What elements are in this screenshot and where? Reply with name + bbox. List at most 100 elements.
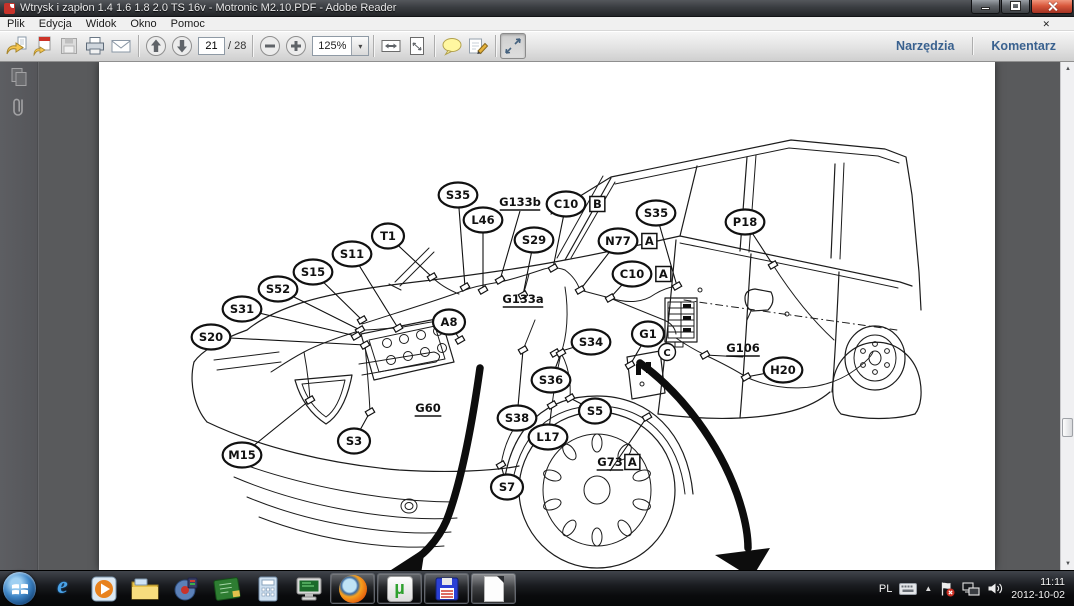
taskbar-document[interactable] bbox=[471, 573, 516, 604]
taskbar-firefox[interactable] bbox=[330, 573, 375, 604]
diagram-label-c10: C10A bbox=[613, 262, 671, 287]
svg-text:P18: P18 bbox=[733, 215, 757, 229]
taskbar-media-player[interactable] bbox=[83, 572, 124, 606]
scroll-up-arrow[interactable]: ▲ bbox=[1061, 62, 1074, 75]
svg-text:A: A bbox=[628, 455, 637, 469]
menu-widok[interactable]: Widok bbox=[79, 17, 124, 31]
attachments-icon bbox=[8, 95, 30, 119]
svg-text:S5: S5 bbox=[587, 404, 603, 418]
fit-page-button[interactable] bbox=[404, 33, 430, 59]
next-page-button[interactable] bbox=[169, 33, 195, 59]
svg-text:G60: G60 bbox=[415, 401, 440, 415]
keyboard-icon[interactable] bbox=[899, 583, 917, 595]
menu-okno[interactable]: Okno bbox=[123, 17, 163, 31]
zoom-out-button[interactable] bbox=[257, 33, 283, 59]
diagram-label-l46: L46 bbox=[464, 208, 503, 233]
floppy-icon bbox=[434, 576, 460, 602]
annotation-arrow-left bbox=[391, 368, 480, 570]
open-button[interactable] bbox=[4, 33, 30, 59]
email-button[interactable] bbox=[108, 33, 134, 59]
taskbar-hardware-tool[interactable] bbox=[206, 572, 247, 606]
close-button[interactable] bbox=[1031, 0, 1073, 14]
taskbar-ie[interactable]: e bbox=[42, 572, 83, 606]
desktop: Wtrysk i zapłon 1.4 1.6 1.8 2.0 TS 16v -… bbox=[0, 0, 1074, 606]
expand-button[interactable] bbox=[500, 33, 526, 59]
comment-panel-button[interactable]: Komentarz bbox=[977, 39, 1070, 53]
wiring-diagram: S35L46G133bC10BS35P18T1S29N77AS11C10AS15… bbox=[99, 62, 995, 570]
attachments-button[interactable] bbox=[0, 92, 38, 122]
diagram-label-g133b: G133b bbox=[499, 195, 541, 210]
fit-width-button[interactable] bbox=[378, 33, 404, 59]
menu-plik[interactable]: Plik bbox=[0, 17, 32, 31]
maximize-button[interactable] bbox=[1001, 0, 1030, 14]
menubar-close-icon[interactable]: ✕ bbox=[1042, 19, 1050, 29]
print-button[interactable] bbox=[82, 33, 108, 59]
taskbar-explorer[interactable] bbox=[124, 572, 165, 606]
speaker-icon[interactable] bbox=[987, 581, 1004, 596]
diagram-label-m15: M15 bbox=[223, 443, 262, 468]
menu-pomoc[interactable]: Pomoc bbox=[164, 17, 212, 31]
svg-text:N77: N77 bbox=[605, 234, 631, 248]
start-orb bbox=[11, 581, 29, 597]
diagram-label-g133a: G133a bbox=[502, 292, 543, 307]
minimize-button[interactable] bbox=[971, 0, 1000, 14]
svg-text:G133a: G133a bbox=[502, 292, 543, 306]
window-title: Wtrysk i zapłon 1.4 1.6 1.8 2.0 TS 16v -… bbox=[20, 2, 396, 14]
zoom-in-button[interactable] bbox=[283, 33, 309, 59]
svg-text:G1: G1 bbox=[639, 327, 656, 341]
network-icon[interactable] bbox=[962, 581, 980, 596]
diagram-label-s7: S7 bbox=[491, 475, 523, 500]
previous-page-button[interactable] bbox=[143, 33, 169, 59]
page-thumbnails-button[interactable] bbox=[0, 62, 38, 92]
media-player-icon bbox=[172, 575, 200, 603]
svg-text:S29: S29 bbox=[522, 233, 546, 247]
diagram-label-l17: L17 bbox=[529, 425, 568, 450]
open-icon bbox=[5, 35, 29, 57]
diagram-label-s20: S20 bbox=[192, 325, 231, 350]
toolbar: / 28 125% ▾ bbox=[0, 31, 1074, 62]
action-center-flag-icon[interactable] bbox=[939, 581, 955, 597]
tray-expand-icon[interactable]: ▲ bbox=[924, 584, 932, 593]
save-button[interactable] bbox=[56, 33, 82, 59]
svg-text:B: B bbox=[593, 197, 602, 211]
taskbar: e bbox=[0, 570, 1074, 606]
menu-edycja[interactable]: Edycja bbox=[32, 17, 79, 31]
svg-text:L46: L46 bbox=[471, 213, 494, 227]
svg-text:A: A bbox=[645, 234, 654, 248]
taskbar-dvd-player[interactable] bbox=[165, 572, 206, 606]
page-thumbnails-icon bbox=[8, 66, 30, 88]
diagram-label-c10: C10B bbox=[547, 192, 605, 217]
scrollbar-thumb[interactable] bbox=[1062, 418, 1073, 437]
page-number-input[interactable] bbox=[198, 37, 225, 55]
comment-bubble-icon bbox=[440, 35, 464, 57]
vertical-scrollbar[interactable]: ▲ ▼ bbox=[1060, 62, 1074, 570]
pdf-page: S35L46G133bC10BS35P18T1S29N77AS11C10AS15… bbox=[99, 62, 995, 570]
document-icon bbox=[484, 576, 504, 602]
svg-text:S20: S20 bbox=[199, 330, 223, 344]
sign-button[interactable] bbox=[465, 33, 491, 59]
svg-text:G133b: G133b bbox=[499, 195, 541, 209]
navigation-pane-strip bbox=[0, 62, 38, 570]
taskbar-remote-desktop[interactable] bbox=[288, 572, 329, 606]
adobe-reader-icon bbox=[4, 3, 15, 14]
start-button[interactable] bbox=[3, 572, 36, 605]
taskbar-utorrent[interactable]: µ bbox=[377, 573, 422, 604]
comment-button[interactable] bbox=[439, 33, 465, 59]
svg-text:S35: S35 bbox=[446, 188, 470, 202]
taskbar-calculator[interactable] bbox=[247, 572, 288, 606]
zoom-out-icon bbox=[258, 34, 282, 58]
zoom-level-box[interactable]: 125% ▾ bbox=[312, 36, 369, 56]
firefox-icon bbox=[339, 575, 367, 603]
scroll-down-arrow[interactable]: ▼ bbox=[1061, 557, 1074, 570]
create-pdf-button[interactable] bbox=[30, 33, 56, 59]
clock-time: 11:11 bbox=[1011, 576, 1065, 589]
utorrent-icon: µ bbox=[387, 576, 413, 602]
menu-bar: Plik Edycja Widok Okno Pomoc ✕ bbox=[0, 17, 1074, 31]
language-indicator[interactable]: PL bbox=[879, 583, 892, 595]
zoom-dropdown-arrow[interactable]: ▾ bbox=[351, 37, 368, 55]
diagram-label-s31: S31 bbox=[223, 297, 262, 322]
taskbar-save-app[interactable] bbox=[424, 573, 469, 604]
tools-panel-button[interactable]: Narzędzia bbox=[882, 39, 968, 53]
tray-clock[interactable]: 11:11 2012-10-02 bbox=[1011, 576, 1065, 601]
print-icon bbox=[83, 35, 107, 57]
